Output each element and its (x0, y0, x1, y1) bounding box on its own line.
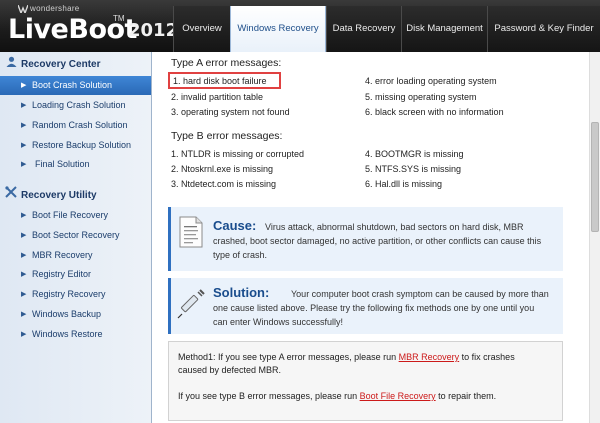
wondershare-logo-icon (18, 5, 28, 13)
main-tabs: Overview Windows Recovery Data Recovery … (173, 6, 600, 52)
sidebar-item-boot-file-recovery[interactable]: ▶ Boot File Recovery (0, 206, 151, 225)
arrow-right-icon: ▶ (21, 271, 27, 278)
tab-password-key-finder[interactable]: Password & Key Finder (487, 6, 600, 52)
method1b-prefix: If you see type B error messages, please… (178, 391, 358, 401)
solution-text-line3: can enter Windows successfully! (213, 317, 344, 327)
content-scrollbar[interactable] (589, 52, 600, 423)
section-recovery-utility: Recovery Utility (4, 186, 97, 202)
arrow-right-icon: ▶ (21, 212, 27, 219)
type-a-title: Type A error messages: (171, 57, 282, 69)
section-recovery-center: Recovery Center (4, 56, 100, 72)
sidebar-item-random-crash-solution[interactable]: ▶ Random Crash Solution (0, 116, 151, 135)
cause-panel: Cause: Virus attack, abnormal shutdown, … (168, 207, 563, 271)
cause-text-line1: Virus attack, abnormal shutdown, bad sec… (265, 222, 524, 232)
document-icon (179, 216, 203, 248)
arrow-right-icon: ▶ (21, 311, 27, 318)
type-a-error-6: 6. black screen with no information (365, 107, 504, 117)
sidebar-item-restore-backup-solution[interactable]: ▶ Restore Backup Solution (0, 136, 151, 155)
method1-prefix: Method1: If you see type A error message… (178, 352, 397, 362)
method1-line2: caused by defected MBR. (178, 365, 282, 375)
sidebar-item-label: Boot File Recovery (32, 210, 109, 220)
tools-icon (4, 186, 18, 204)
arrow-right-icon: ▶ (21, 252, 27, 259)
type-b-error-3: 3. Ntdetect.com is missing (171, 179, 277, 189)
type-b-title: Type B error messages: (171, 130, 283, 142)
type-a-error-4: 4. error loading operating system (365, 76, 497, 86)
cause-text-line2: crashed, boot sector damaged, no active … (213, 236, 542, 246)
sidebar-item-label: Boot Crash Solution (32, 80, 113, 90)
brand-company: wondershare (30, 4, 80, 13)
sidebar-item-boot-crash-solution[interactable]: ▶ Boot Crash Solution (0, 76, 151, 95)
sidebar-item-windows-restore[interactable]: ▶ Windows Restore (0, 325, 151, 344)
type-a-error-1: 1. hard disk boot failure (173, 76, 267, 86)
sidebar-item-windows-backup[interactable]: ▶ Windows Backup (0, 305, 151, 324)
tab-data-recovery[interactable]: Data Recovery (326, 6, 401, 52)
user-icon (4, 56, 18, 73)
sidebar-item-label: Loading Crash Solution (32, 100, 126, 110)
arrow-right-icon: ▶ (21, 122, 27, 129)
mbr-recovery-link[interactable]: MBR Recovery (399, 352, 460, 362)
tab-windows-recovery[interactable]: Windows Recovery (230, 6, 326, 52)
sidebar-item-label: Boot Sector Recovery (32, 230, 120, 240)
type-b-error-6: 6. Hal.dll is missing (365, 179, 443, 189)
tab-overview[interactable]: Overview (173, 6, 230, 52)
type-a-error-2: 2. invalid partition table (171, 92, 264, 102)
sidebar-item-loading-crash-solution[interactable]: ▶ Loading Crash Solution (0, 96, 151, 115)
solution-title: Solution: (213, 285, 270, 300)
solution-text-line2: one cause listed above. Please try the f… (213, 303, 535, 313)
arrow-right-icon: ▶ (21, 331, 27, 338)
sidebar-item-final-solution[interactable]: ▶ Final Solution (0, 155, 151, 174)
sidebar-item-boot-sector-recovery[interactable]: ▶ Boot Sector Recovery (0, 226, 151, 245)
sidebar-item-label: Final Solution (35, 159, 90, 169)
type-b-error-1: 1. NTLDR is missing or corrupted (171, 149, 305, 159)
sidebar-item-label: Restore Backup Solution (32, 140, 132, 150)
sidebar-item-label: Registry Editor (32, 269, 92, 279)
type-a-error-3: 3. operating system not found (171, 107, 290, 117)
sidebar-item-registry-editor[interactable]: ▶ Registry Editor (0, 265, 151, 284)
type-a-error-5: 5. missing operating system (365, 92, 477, 102)
cause-title: Cause: (213, 218, 257, 233)
app-header: wondershare LiveBoot TM 2012 Overview Wi… (0, 0, 600, 52)
method-box: Method1: If you see type A error message… (168, 341, 563, 421)
type-b-error-5: 5. NTFS.SYS is missing (365, 164, 462, 174)
sidebar-item-label: Windows Backup (32, 309, 102, 319)
arrow-right-icon: ▶ (21, 82, 27, 89)
arrow-right-icon: ▶ (21, 161, 27, 168)
sidebar-item-registry-recovery[interactable]: ▶ Registry Recovery (0, 285, 151, 304)
sidebar-item-label: Registry Recovery (32, 289, 106, 299)
arrow-right-icon: ▶ (21, 142, 27, 149)
scrollbar-thumb[interactable] (591, 122, 599, 232)
sidebar: Recovery Center ▶ Boot Crash Solution ▶ … (0, 52, 152, 423)
method1-line: Method1: If you see type A error message… (178, 351, 515, 364)
section-title-label: Recovery Center (21, 59, 101, 70)
boot-file-recovery-link[interactable]: Boot File Recovery (360, 391, 436, 401)
arrow-right-icon: ▶ (21, 102, 27, 109)
sidebar-item-label: Windows Restore (32, 329, 103, 339)
main-content: Type A error messages: 1. hard disk boot… (153, 52, 589, 423)
type-b-error-4: 4. BOOTMGR is missing (365, 149, 464, 159)
syringe-icon (177, 289, 205, 319)
solution-panel: Solution: Your computer boot crash sympt… (168, 278, 563, 334)
cause-text-line3: type of crash. (213, 250, 268, 260)
method1b-suffix: to repair them. (438, 391, 497, 401)
sidebar-item-mbr-recovery[interactable]: ▶ MBR Recovery (0, 246, 151, 265)
solution-text-line1: Your computer boot crash symptom can be … (291, 289, 549, 299)
tab-disk-management[interactable]: Disk Management (401, 6, 487, 52)
method1b-line: If you see type B error messages, please… (178, 390, 496, 403)
section-title-label: Recovery Utility (21, 190, 97, 201)
method1-suffix: to fix crashes (461, 352, 515, 362)
sidebar-item-label: Random Crash Solution (32, 120, 128, 130)
type-b-error-2: 2. Ntoskrnl.exe is missing (171, 164, 274, 174)
sidebar-item-label: MBR Recovery (32, 250, 93, 260)
brand-year: 2012 (128, 20, 179, 41)
arrow-right-icon: ▶ (21, 291, 27, 298)
brand-trademark: TM (113, 14, 125, 23)
arrow-right-icon: ▶ (21, 232, 27, 239)
